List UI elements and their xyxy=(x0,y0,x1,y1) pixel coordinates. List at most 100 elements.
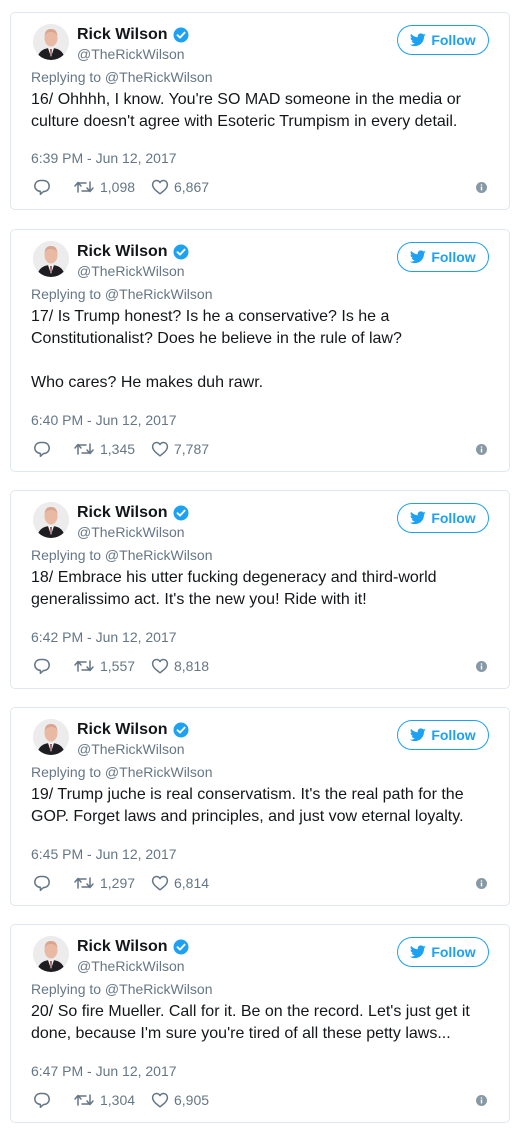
like-button[interactable]: 7,787 xyxy=(151,440,221,458)
retweet-button[interactable]: 1,304 xyxy=(73,1091,137,1109)
retweet-icon xyxy=(74,443,94,455)
reply-icon xyxy=(34,875,50,892)
reply-icon xyxy=(34,441,50,458)
retweet-count: 1,304 xyxy=(100,1092,136,1108)
retweet-button[interactable]: 1,098 xyxy=(73,178,137,196)
retweet-button[interactable]: 1,297 xyxy=(73,874,137,892)
reply-button[interactable] xyxy=(33,440,73,458)
verified-badge-icon xyxy=(173,722,189,738)
tweet-card[interactable]: Rick Wilson @TheRickWilson Follow Replyi… xyxy=(10,707,510,906)
author-handle[interactable]: @TheRickWilson xyxy=(77,957,189,975)
verified-badge-icon xyxy=(173,939,189,955)
reply-button[interactable] xyxy=(33,874,73,892)
tweet-timestamp[interactable]: 6:39 PM - Jun 12, 2017 xyxy=(31,150,177,166)
tweet-timestamp[interactable]: 6:42 PM - Jun 12, 2017 xyxy=(31,629,177,645)
avatar[interactable] xyxy=(33,936,69,972)
like-count: 7,787 xyxy=(174,441,210,457)
follow-button[interactable]: Follow xyxy=(397,720,489,750)
tweet-card[interactable]: Rick Wilson @TheRickWilson Follow Replyi… xyxy=(10,490,510,689)
avatar[interactable] xyxy=(33,719,69,755)
retweet-count: 1,557 xyxy=(100,658,136,674)
tweet-timestamp[interactable]: 6:47 PM - Jun 12, 2017 xyxy=(31,1063,177,1079)
follow-label: Follow xyxy=(431,32,476,48)
like-button[interactable]: 6,867 xyxy=(151,178,221,196)
tweet-timestamp[interactable]: 6:40 PM - Jun 12, 2017 xyxy=(31,412,177,428)
verified-badge-icon xyxy=(173,27,189,43)
like-count: 6,867 xyxy=(174,179,210,195)
verified-badge-icon xyxy=(173,505,189,521)
tweet-text: 19/ Trump juche is real conservatism. It… xyxy=(31,786,464,825)
tweet-actions: 1,297 6,814 xyxy=(33,873,487,893)
tweet-actions: 1,345 7,787 xyxy=(33,439,487,459)
replying-to-label: Replying to @TheRickWilson xyxy=(31,547,213,563)
tweet-actions: 1,098 6,867 xyxy=(33,177,487,197)
follow-button[interactable]: Follow xyxy=(397,937,489,967)
heart-icon xyxy=(151,658,169,674)
tweet-card[interactable]: Rick Wilson @TheRickWilson Follow Replyi… xyxy=(10,12,510,210)
author-handle[interactable]: @TheRickWilson xyxy=(77,523,189,541)
heart-icon xyxy=(151,1092,169,1108)
retweet-count: 1,345 xyxy=(100,441,136,457)
twitter-bird-icon xyxy=(410,945,427,959)
tweet-text: 16/ Ohhhh, I know. You're SO MAD someone… xyxy=(31,91,461,130)
follow-button[interactable]: Follow xyxy=(397,242,489,272)
twitter-bird-icon xyxy=(410,728,427,742)
reply-icon xyxy=(34,179,50,196)
reply-icon xyxy=(34,1092,50,1109)
avatar[interactable] xyxy=(33,502,69,538)
heart-icon xyxy=(151,875,169,891)
like-count: 6,814 xyxy=(174,875,210,891)
tweet-text: 20/ So fire Mueller. Call for it. Be on … xyxy=(31,1003,470,1042)
reply-icon xyxy=(34,658,50,675)
follow-label: Follow xyxy=(431,510,476,526)
heart-icon xyxy=(151,179,169,195)
info-icon[interactable] xyxy=(476,877,487,889)
retweet-count: 1,098 xyxy=(100,179,136,195)
retweet-button[interactable]: 1,557 xyxy=(73,657,137,675)
tweet-actions: 1,557 8,818 xyxy=(33,656,487,676)
replying-to-label: Replying to @TheRickWilson xyxy=(31,764,213,780)
tweet-text: 18/ Embrace his utter fucking degeneracy… xyxy=(31,569,437,608)
author-name[interactable]: Rick Wilson xyxy=(77,26,168,44)
avatar[interactable] xyxy=(33,24,69,60)
author-handle[interactable]: @TheRickWilson xyxy=(77,740,189,758)
reply-button[interactable] xyxy=(33,178,73,196)
tweet-timestamp[interactable]: 6:45 PM - Jun 12, 2017 xyxy=(31,846,177,862)
info-icon[interactable] xyxy=(476,443,487,455)
replying-to-label: Replying to @TheRickWilson xyxy=(31,981,213,997)
retweet-icon xyxy=(74,1094,94,1106)
reply-button[interactable] xyxy=(33,657,73,675)
like-count: 8,818 xyxy=(174,658,210,674)
info-icon[interactable] xyxy=(476,181,487,193)
author-name[interactable]: Rick Wilson xyxy=(77,243,168,261)
replying-to-label: Replying to @TheRickWilson xyxy=(31,286,213,302)
follow-label: Follow xyxy=(431,727,476,743)
info-icon[interactable] xyxy=(476,1094,487,1106)
twitter-bird-icon xyxy=(410,33,427,47)
info-icon[interactable] xyxy=(476,660,487,672)
author-name[interactable]: Rick Wilson xyxy=(77,504,168,522)
author-handle[interactable]: @TheRickWilson xyxy=(77,45,189,63)
author-handle[interactable]: @TheRickWilson xyxy=(77,262,189,280)
author-name[interactable]: Rick Wilson xyxy=(77,938,168,956)
avatar[interactable] xyxy=(33,241,69,277)
twitter-bird-icon xyxy=(410,250,427,264)
tweet-card[interactable]: Rick Wilson @TheRickWilson Follow Replyi… xyxy=(10,924,510,1123)
follow-button[interactable]: Follow xyxy=(397,503,489,533)
follow-button[interactable]: Follow xyxy=(397,25,489,55)
replying-to-label: Replying to @TheRickWilson xyxy=(31,69,213,85)
like-button[interactable]: 6,905 xyxy=(151,1091,221,1109)
retweet-button[interactable]: 1,345 xyxy=(73,440,137,458)
verified-badge-icon xyxy=(173,244,189,260)
retweet-count: 1,297 xyxy=(100,875,136,891)
like-button[interactable]: 6,814 xyxy=(151,874,221,892)
follow-label: Follow xyxy=(431,249,476,265)
reply-button[interactable] xyxy=(33,1091,73,1109)
like-button[interactable]: 8,818 xyxy=(151,657,221,675)
author-name[interactable]: Rick Wilson xyxy=(77,721,168,739)
tweet-text: 17/ Is Trump honest? Is he a conservativ… xyxy=(31,308,402,391)
follow-label: Follow xyxy=(431,944,476,960)
twitter-bird-icon xyxy=(410,511,427,525)
tweet-card[interactable]: Rick Wilson @TheRickWilson Follow Replyi… xyxy=(10,229,510,472)
tweet-actions: 1,304 6,905 xyxy=(33,1090,487,1110)
